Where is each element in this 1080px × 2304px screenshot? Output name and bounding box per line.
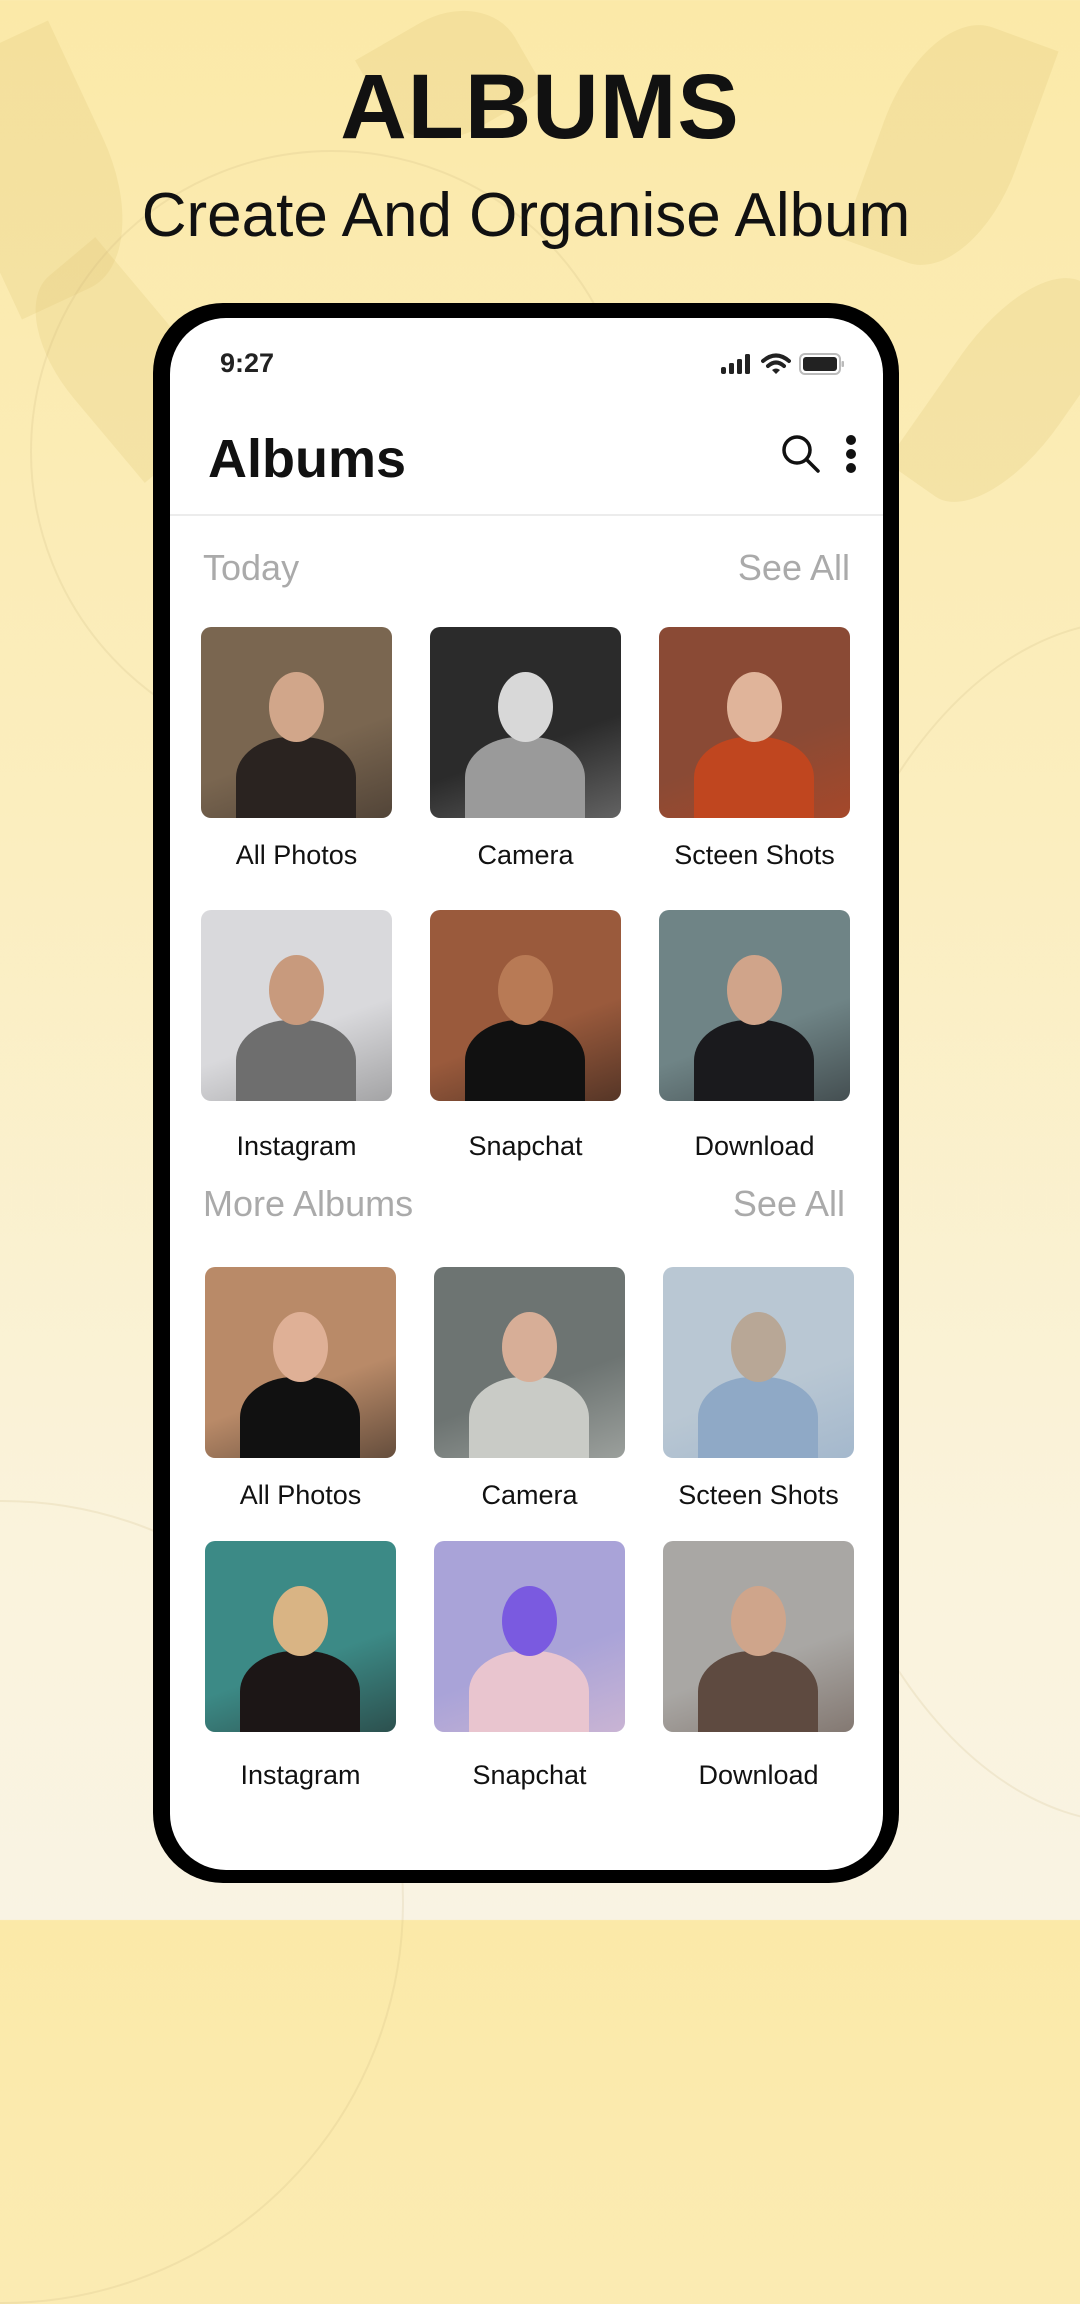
album-thumbnail (201, 910, 392, 1101)
album-thumbnail (434, 1541, 625, 1732)
see-all-link[interactable]: See All (738, 547, 850, 589)
photo-figure-body (469, 1377, 589, 1458)
battery-icon (799, 353, 845, 380)
phone-screen: 9:27 Albums Today See All All Photos Cam… (170, 318, 883, 1870)
album-grid-more-albums: All Photos Camera Scteen Shots Instagram… (205, 1267, 857, 1791)
promo-title: ALBUMS (340, 56, 740, 158)
leaf-decoration (886, 249, 1080, 531)
promo-subtitle: Create And Organise Album (141, 181, 911, 250)
photo-figure-body (236, 1020, 356, 1101)
album-item[interactable]: Snapchat (430, 910, 621, 1162)
see-all-link[interactable]: See All (733, 1183, 845, 1225)
status-icons (721, 353, 845, 380)
photo-figure-head (727, 672, 782, 742)
section-header-today: Today See All (203, 547, 850, 589)
album-thumbnail (659, 910, 850, 1101)
album-label: Snapchat (472, 1760, 587, 1790)
album-thumbnail (663, 1541, 854, 1732)
album-item[interactable]: Download (663, 1541, 854, 1791)
header-divider (170, 514, 883, 516)
photo-figure-head (273, 1586, 328, 1656)
album-item[interactable]: Instagram (205, 1541, 396, 1791)
photo-figure-body (465, 1020, 585, 1101)
photo-figure-head (502, 1586, 557, 1656)
signal-icon (721, 354, 753, 379)
wifi-icon (761, 353, 791, 380)
album-thumbnail (430, 910, 621, 1101)
photo-figure-body (240, 1377, 360, 1458)
album-label: Camera (481, 1480, 578, 1510)
album-item[interactable]: All Photos (205, 1267, 396, 1511)
album-label: Snapchat (468, 1131, 583, 1161)
photo-figure-head (269, 955, 324, 1025)
album-label: Download (694, 1131, 815, 1161)
album-item[interactable]: All Photos (201, 627, 392, 871)
album-thumbnail (659, 627, 850, 818)
photo-figure-body (694, 1020, 814, 1101)
album-item[interactable]: Instagram (201, 910, 392, 1162)
photo-figure-head (731, 1586, 786, 1656)
album-thumbnail (663, 1267, 854, 1458)
section-title: More Albums (203, 1183, 414, 1224)
header-actions (780, 433, 858, 480)
search-icon[interactable] (780, 433, 822, 480)
album-label: All Photos (235, 840, 358, 870)
phone-frame: 9:27 Albums Today See All All Photos Cam… (153, 303, 899, 1883)
photo-figure-body (469, 1651, 589, 1732)
album-label: Download (698, 1760, 819, 1790)
photo-figure-body (236, 737, 356, 818)
album-label: Instagram (240, 1760, 361, 1790)
photo-figure-head (502, 1312, 557, 1382)
photo-figure-head (727, 955, 782, 1025)
album-label: All Photos (239, 1480, 362, 1510)
photo-figure-body (698, 1651, 818, 1732)
status-time: 9:27 (220, 348, 275, 378)
page-title: Albums (208, 429, 407, 489)
photo-figure-body (698, 1377, 818, 1458)
photo-figure-head (731, 1312, 786, 1382)
album-item[interactable]: Scteen Shots (663, 1267, 854, 1511)
photo-figure-body (694, 737, 814, 818)
album-label: Instagram (236, 1131, 357, 1161)
album-thumbnail (434, 1267, 625, 1458)
album-item[interactable]: Scteen Shots (659, 627, 850, 871)
album-thumbnail (201, 627, 392, 818)
album-item[interactable]: Camera (434, 1267, 625, 1511)
album-label: Camera (477, 840, 574, 870)
album-label: Scteen Shots (674, 840, 835, 870)
photo-figure-head (498, 955, 553, 1025)
album-item[interactable]: Snapchat (434, 1541, 625, 1791)
album-grid-today: All Photos Camera Scteen Shots Instagram… (201, 627, 853, 1162)
section-header-more-albums: More Albums See All (203, 1183, 845, 1225)
photo-figure-head (498, 672, 553, 742)
photo-figure-body (240, 1651, 360, 1732)
album-label: Scteen Shots (678, 1480, 839, 1510)
album-thumbnail (205, 1541, 396, 1732)
album-thumbnail (205, 1267, 396, 1458)
album-item[interactable]: Download (659, 910, 850, 1162)
album-thumbnail (430, 627, 621, 818)
section-title: Today (203, 547, 300, 588)
album-item[interactable]: Camera (430, 627, 621, 871)
more-vertical-icon[interactable] (844, 434, 858, 479)
photo-figure-head (273, 1312, 328, 1382)
photo-figure-body (465, 737, 585, 818)
photo-figure-head (269, 672, 324, 742)
